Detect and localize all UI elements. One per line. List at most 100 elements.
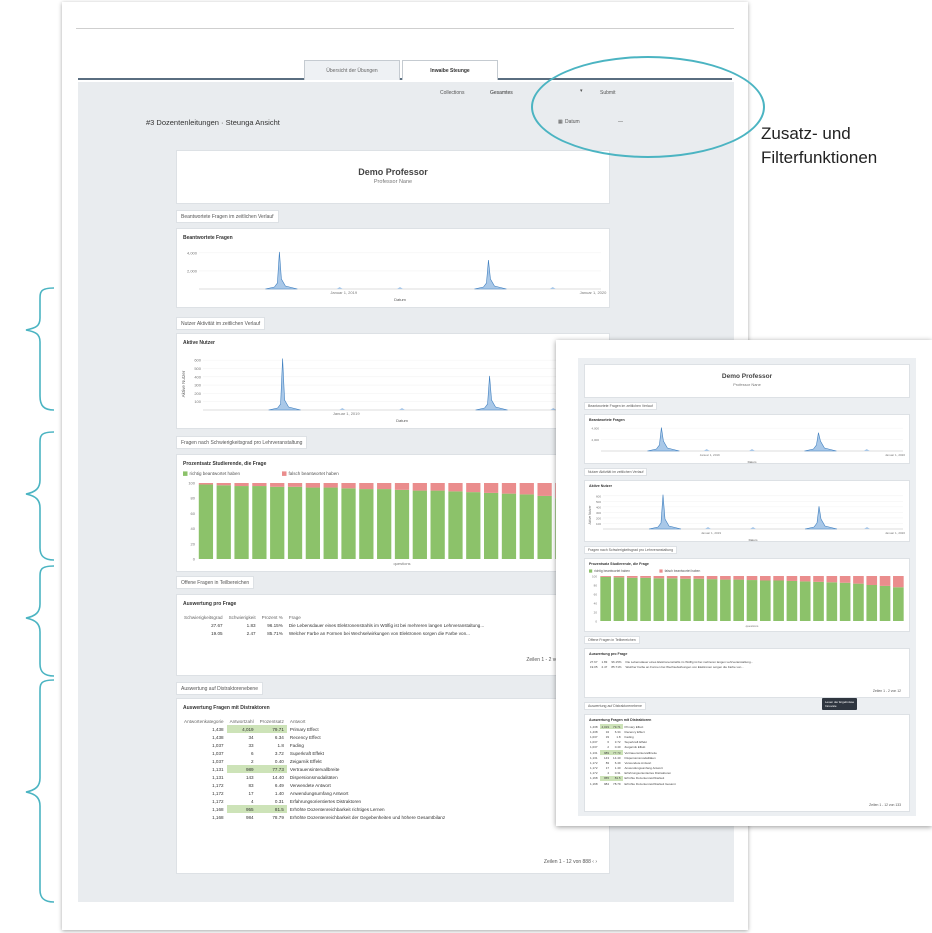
table-row[interactable]: 27.67 1.83 96.15% Die Lebensdauer eines Ele… [181, 621, 487, 629]
table-row[interactable]: 1,172 83 6.49 Verwendete Antwort [181, 781, 448, 789]
preview-evaluation-pager[interactable]: Zeilen 1 - 2 von 12 [873, 689, 901, 693]
preview-answered-chart: 4,000 2,000 Januar 1, 2019 Januar 1, 2020 Da… [591, 427, 905, 463]
bracket-timeline [25, 287, 55, 411]
preview-distractor-pager[interactable]: Zeilen 1 - 12 von 133 [869, 803, 901, 807]
table-cell: 1,131 [590, 750, 598, 755]
table-cell: 1,438 [212, 734, 224, 740]
bar-wrong [799, 576, 811, 582]
x-tick-label: Januar 1, 2020 [885, 453, 905, 457]
y-tick-label: 40 [594, 602, 598, 606]
table-cell: 85.71% [611, 664, 622, 669]
table-header-cell[interactable]: Antwort [287, 717, 448, 725]
table-cell: 1,172 [590, 760, 598, 765]
legend-swatch-wrong [282, 471, 287, 476]
table-cell: Verwendete Antwort [289, 782, 331, 788]
x-tick-label: Januar 1, 2019 [700, 453, 720, 457]
table-row[interactable]: 1,172 17 1.40 Anwendungsumfang Antwort [181, 789, 448, 797]
table-header-cell[interactable]: Schwierigkeit [226, 613, 259, 621]
table-header-cell[interactable]: Frage [286, 613, 487, 621]
bar-correct [359, 489, 374, 559]
table-cell: 1,037 [590, 740, 598, 745]
table-row[interactable]: 1,438 4,019 79.71 Primary Effect [181, 725, 448, 733]
bar-correct [786, 580, 798, 621]
bar-wrong [484, 483, 499, 493]
bar-wrong [305, 483, 320, 488]
table-row[interactable]: 1,168 984 78.79 Erhöhte Dozentenreichbarkei… [181, 813, 448, 821]
table-header-cell[interactable]: Prozentsatz [257, 717, 287, 725]
bar-correct [720, 579, 731, 621]
callout-line-2: Filterfunktionen [761, 148, 878, 167]
bar-wrong [706, 576, 718, 580]
bar-wrong [198, 483, 214, 485]
table-row[interactable]: 1,037 2 0.40 Zeigarnik Effekt [181, 757, 448, 765]
legend-swatch-correct [183, 471, 188, 476]
legend-swatch-wrong [659, 569, 663, 573]
bar-correct [305, 487, 320, 559]
table-header-cell[interactable]: Schwierigkeitsgrad [181, 613, 226, 621]
preview-section-distractors: Auswertung auf Distraktorenebene [584, 702, 646, 710]
bar-wrong [893, 576, 904, 588]
preview-evaluation-title: Auswertung pro Frage [589, 652, 628, 656]
table-cell: 14.40 [613, 755, 621, 760]
table-row[interactable]: 1,168 955 81.5 Erhöhte Dozentenreichbarkeit… [181, 805, 448, 813]
preview-distractor-table: 1,438 4,019 79.71 Primary Effect 1,438 34 6.34… [588, 724, 678, 786]
table-row[interactable]: 1,172 4 0.31 Erfahrungsorientiertes Distrak… [181, 797, 448, 805]
table-header-cell[interactable]: Antwortenkategorie [181, 717, 227, 725]
table-row[interactable]: 1,131 989 77.73 Vertrauensintervallbreite [181, 765, 448, 773]
bar-correct [693, 578, 705, 621]
table-cell: 6 [251, 750, 254, 756]
preview-professor-subtitle: Professor Nane [733, 382, 761, 387]
table-cell: 83 [248, 782, 254, 788]
bar-wrong [653, 576, 665, 579]
bar-wrong [359, 483, 374, 490]
table-row[interactable]: 1,168 984 78.79 Erhöhte Dozentenreichbarkei… [588, 781, 678, 786]
bar-correct [879, 585, 891, 621]
table-row[interactable]: 19.05 2.47 85.71% Welcher Farbe an Formen b… [588, 664, 755, 669]
section-distractors: Auswertung auf Distraktorenebene [176, 682, 263, 695]
bar-wrong [466, 483, 481, 493]
table-cell: Die Lebensdauer eines Elektronenstrahls … [625, 659, 754, 664]
bar-wrong [341, 483, 356, 489]
bar-wrong [879, 576, 891, 586]
table-cell: Anwendungsumfang Antwort [289, 790, 349, 796]
distractor-pager[interactable]: Zeilen 1 - 12 von 888 ‹ › [544, 859, 597, 865]
table-header-cell[interactable]: Prozent % [259, 613, 286, 621]
distractor-title: Auswertung Fragen mit Distraktoren [183, 705, 270, 711]
preview-tooltip-line-2: Innovate [825, 704, 837, 708]
bar-correct [626, 577, 638, 621]
preview-section-difficulty: Fragen nach Schwierigkeitsgrad pro Lehrv… [584, 546, 678, 554]
table-row[interactable]: 1,037 6 3.72 Superkraft Effekt [181, 749, 448, 757]
filter-select[interactable]: Gesamtes [490, 90, 513, 96]
table-cell: 34 [248, 734, 254, 740]
preview-distractor-title: Auswertung Fragen mit Distraktoren [589, 718, 652, 722]
x-axis-label: questions [746, 624, 759, 628]
table-row[interactable]: 1,131 143 14.40 Dispersionsmodalitäten [181, 773, 448, 781]
table-header-cell[interactable]: Antwortzahl [227, 717, 257, 725]
bar-wrong [759, 576, 771, 581]
bar-correct [430, 490, 445, 559]
table-cell: 955 [226, 805, 257, 813]
table-cell: 85.71% [267, 630, 283, 636]
table-cell: 6.49 [274, 782, 284, 788]
table-row[interactable]: 1,438 34 6.34 Recency Effect [181, 733, 448, 741]
bar-wrong [377, 483, 392, 490]
table-cell: 33 [248, 742, 254, 748]
distractor-pager-text: Zeilen 1 - 12 von 888 [543, 859, 591, 865]
table-cell: 1.8 [277, 742, 284, 748]
tab-active-steering[interactable]: Inwaibe Steunge [402, 60, 498, 80]
table-row[interactable]: 19.05 2.47 85.71% Welcher Farbe an Formen b… [181, 629, 487, 637]
y-tick-label: 600 [596, 494, 601, 498]
legend-swatch-correct [589, 569, 593, 573]
bar-correct [600, 576, 611, 621]
tab-overview[interactable]: Übersicht der Übungen [304, 60, 400, 80]
table-cell: Welcher Farbe an Formen bei Wechselwirku… [625, 664, 744, 669]
table-cell: Zeigarnik Effekt [289, 758, 322, 764]
section-answered-over-time: Beantwortete Fragen im zeitlichen Verlau… [176, 210, 279, 223]
bar-wrong [826, 576, 838, 583]
preview-section-users: Nutzer Aktivität im zeitlichen Verlauf [584, 468, 648, 476]
table-cell: 1,172 [212, 790, 224, 796]
table-cell: 27.67 [590, 659, 598, 664]
table-row[interactable]: 1,037 33 1.8 Fading [181, 741, 448, 749]
table-row[interactable]: 27.67 1.83 96.15% Die Lebensdauer eines Ele… [588, 659, 755, 664]
pager-nav-icon[interactable]: ‹ › [592, 859, 597, 865]
